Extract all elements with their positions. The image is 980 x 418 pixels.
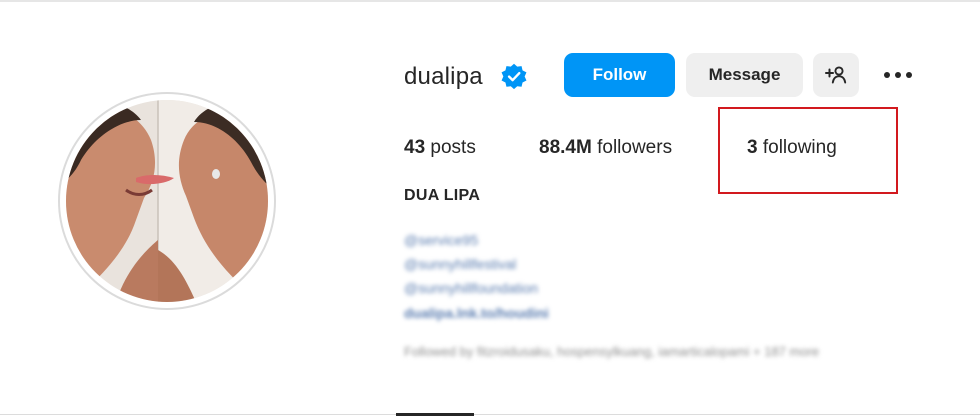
verified-badge-icon — [500, 63, 528, 91]
top-divider — [0, 0, 980, 2]
more-options-button[interactable] — [880, 62, 916, 88]
followers-link[interactable]: 88.4M followers — [539, 136, 672, 160]
avatar[interactable] — [66, 100, 268, 302]
add-user-button[interactable] — [813, 53, 859, 97]
avatar-image — [66, 100, 268, 302]
followed-by-text[interactable]: Followed by fitzroidusaku, hospensylkuan… — [404, 344, 819, 359]
follow-button[interactable]: Follow — [564, 53, 675, 97]
bottom-divider — [0, 414, 980, 415]
add-user-icon — [825, 66, 847, 84]
bio-external-link[interactable]: dualipa.lnk.to/houdini — [404, 305, 549, 321]
more-options-icon — [884, 72, 912, 78]
followers-count-label: followers — [597, 137, 673, 158]
posts-count-label: posts — [430, 137, 476, 158]
active-tab-indicator — [396, 413, 474, 416]
followers-count-value: 88.4M — [539, 137, 592, 158]
bio-mention-link[interactable]: @service95 — [404, 232, 478, 248]
message-button[interactable]: Message — [686, 53, 803, 97]
profile-username: dualipa — [404, 63, 483, 90]
highlight-annotation-box — [718, 107, 898, 194]
bio-mention-link[interactable]: @sunnyhillfoundation — [404, 280, 538, 296]
bio-mention-link[interactable]: @sunnyhillfestival — [404, 256, 516, 272]
posts-count-value: 43 — [404, 137, 426, 158]
posts-count: 43 posts — [404, 136, 476, 160]
profile-full-name: DUA LIPA — [404, 187, 481, 204]
